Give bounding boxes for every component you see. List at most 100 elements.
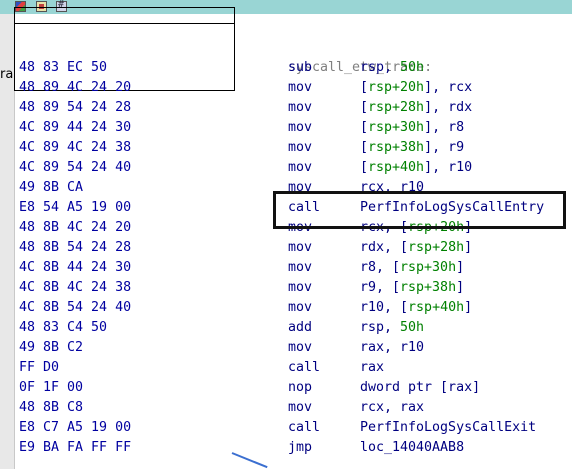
instruction-row[interactable]: 48 83 EC 50 sub rsp, 50h [19,58,572,78]
truncated-node-text: ra [0,67,14,82]
numeric-operand: rsp+30h [368,120,425,135]
operands: rax, r10 [360,338,424,358]
numeric-operand: rsp+40h [408,300,465,315]
opcode-bytes: 48 8B C8 [19,400,84,415]
disassembly-listing: syscall_etw_trace: 48 83 EC 50 sub rsp, 50… [19,38,572,458]
opcode-bytes: 4C 8B 54 24 40 [19,300,132,315]
instruction-row[interactable]: 49 8B C2 mov rax, r10 [19,338,572,358]
operands: loc_14040AAB8 [360,438,464,458]
opcode-bytes: 48 8B 54 24 28 [19,240,132,255]
instruction-row[interactable]: E8 C7 A5 19 00 call PerfInfoLogSysCallExit [19,418,572,438]
instruction-row[interactable]: E9 BA FA FF FF jmp loc_14040AAB8 [19,438,572,458]
instruction-row[interactable]: 4C 8B 44 24 30 mov r8, [rsp+30h] [19,258,572,278]
operand-text: r9, [ [360,280,401,295]
operand-text: rdx, [ [360,240,409,255]
opcode-bytes: 4C 89 4C 24 38 [19,140,132,155]
operand-text: rax, r10 [360,340,425,355]
operand-text: r8, [ [360,260,401,275]
operands: r8, [rsp+30h] [360,258,464,278]
numeric-operand: rsp+28h [368,100,425,115]
graph-overview-divider [14,23,235,24]
opcode-bytes: 48 89 4C 24 20 [19,80,132,95]
numeric-operand: rsp+28h [408,240,465,255]
operand-text: loc_14040AAB8 [360,440,465,455]
opcode-bytes: E8 54 A5 19 00 [19,200,132,215]
opcode-bytes: 48 83 C4 50 [19,320,108,335]
mnemonic: mov [288,120,313,135]
mnemonic: call [288,360,321,375]
opcode-bytes: 0F 1F 00 [19,380,84,395]
mnemonic: jmp [288,440,313,455]
operand-text: ], r8 [424,120,465,135]
numeric-operand: 50h [400,60,425,75]
operand-text: ] [456,260,465,275]
operands: PerfInfoLogSysCallExit [360,418,536,438]
instruction-row[interactable]: 4C 89 54 24 40 mov [rsp+40h], r10 [19,158,572,178]
operand-text: ], rdx [424,100,473,115]
opcode-bytes: 48 83 EC 50 [19,60,108,75]
operand-text: ], r10 [424,160,473,175]
mnemonic: mov [288,400,313,415]
operand-text: [ [360,120,369,135]
opcode-bytes: 48 8B 4C 24 20 [19,220,132,235]
mnemonic: add [288,320,313,335]
operands: [rsp+28h], rdx [360,98,472,118]
mnemonic: nop [288,380,313,395]
mnemonic: mov [288,280,313,295]
opcode-bytes: E9 BA FA FF FF [19,440,132,455]
opcode-bytes: 4C 8B 44 24 30 [19,260,132,275]
operands: [rsp+30h], r8 [360,118,464,138]
highlight-box [273,191,566,229]
operand-text: ] [464,300,473,315]
opcode-bytes: 48 89 54 24 28 [19,100,132,115]
instruction-row[interactable]: 48 89 4C 24 20 mov [rsp+20h], rcx [19,78,572,98]
opcode-bytes: 4C 8B 4C 24 38 [19,280,132,295]
operands: [rsp+38h], r9 [360,138,464,158]
instruction-row[interactable]: 0F 1F 00 nop dword ptr [rax] [19,378,572,398]
operand-text: [ [360,80,369,95]
operand-text: dword ptr [rax] [360,380,481,395]
operand-text: [ [360,140,369,155]
mnemonic: mov [288,160,313,175]
mnemonic: mov [288,100,313,115]
instruction-row[interactable]: 48 83 C4 50 add rsp, 50h [19,318,572,338]
numeric-operand: rsp+40h [368,160,425,175]
mnemonic: call [288,420,321,435]
left-gutter [0,14,15,469]
numeric-operand: 50h [400,320,425,335]
mnemonic: mov [288,300,313,315]
operands: rsp, 50h [360,318,424,338]
operands: rsp, 50h [360,58,424,78]
operands: rax [360,358,384,378]
opcode-bytes: FF D0 [19,360,60,375]
instruction-row[interactable]: 4C 89 44 24 30 mov [rsp+30h], r8 [19,118,572,138]
mnemonic: sub [288,60,313,75]
instruction-row[interactable]: 48 8B 54 24 28 mov rdx, [rsp+28h] [19,238,572,258]
operands: [rsp+20h], rcx [360,78,472,98]
operand-text: rsp, [360,60,401,75]
instruction-row[interactable]: 4C 8B 4C 24 38 mov r9, [rsp+38h] [19,278,572,298]
operand-text: ], r9 [424,140,465,155]
opcode-bytes: 4C 89 44 24 30 [19,120,132,135]
opcode-bytes: 49 8B CA [19,180,84,195]
operand-text: ] [456,280,465,295]
operand-text: ], rcx [424,80,473,95]
mnemonic: mov [288,260,313,275]
operand-text: rsp, [360,320,401,335]
operand-text: PerfInfoLogSysCallExit [360,420,537,435]
operand-text: rax [360,360,385,375]
instruction-row[interactable]: 48 8B C8 mov rcx, rax [19,398,572,418]
instruction-row[interactable]: 4C 8B 54 24 40 mov r10, [rsp+40h] [19,298,572,318]
operands: rcx, rax [360,398,424,418]
instruction-row[interactable]: 48 89 54 24 28 mov [rsp+28h], rdx [19,98,572,118]
numeric-operand: rsp+20h [368,80,425,95]
operands: dword ptr [rax] [360,378,480,398]
operand-text: [ [360,100,369,115]
operand-text: [ [360,160,369,175]
numeric-operand: rsp+38h [368,140,425,155]
function-label-row: syscall_etw_trace: [19,38,572,75]
operand-text: ] [464,240,473,255]
operands: [rsp+40h], r10 [360,158,472,178]
instruction-row[interactable]: 4C 89 4C 24 38 mov [rsp+38h], r9 [19,138,572,158]
instruction-row[interactable]: FF D0 call rax [19,358,572,378]
